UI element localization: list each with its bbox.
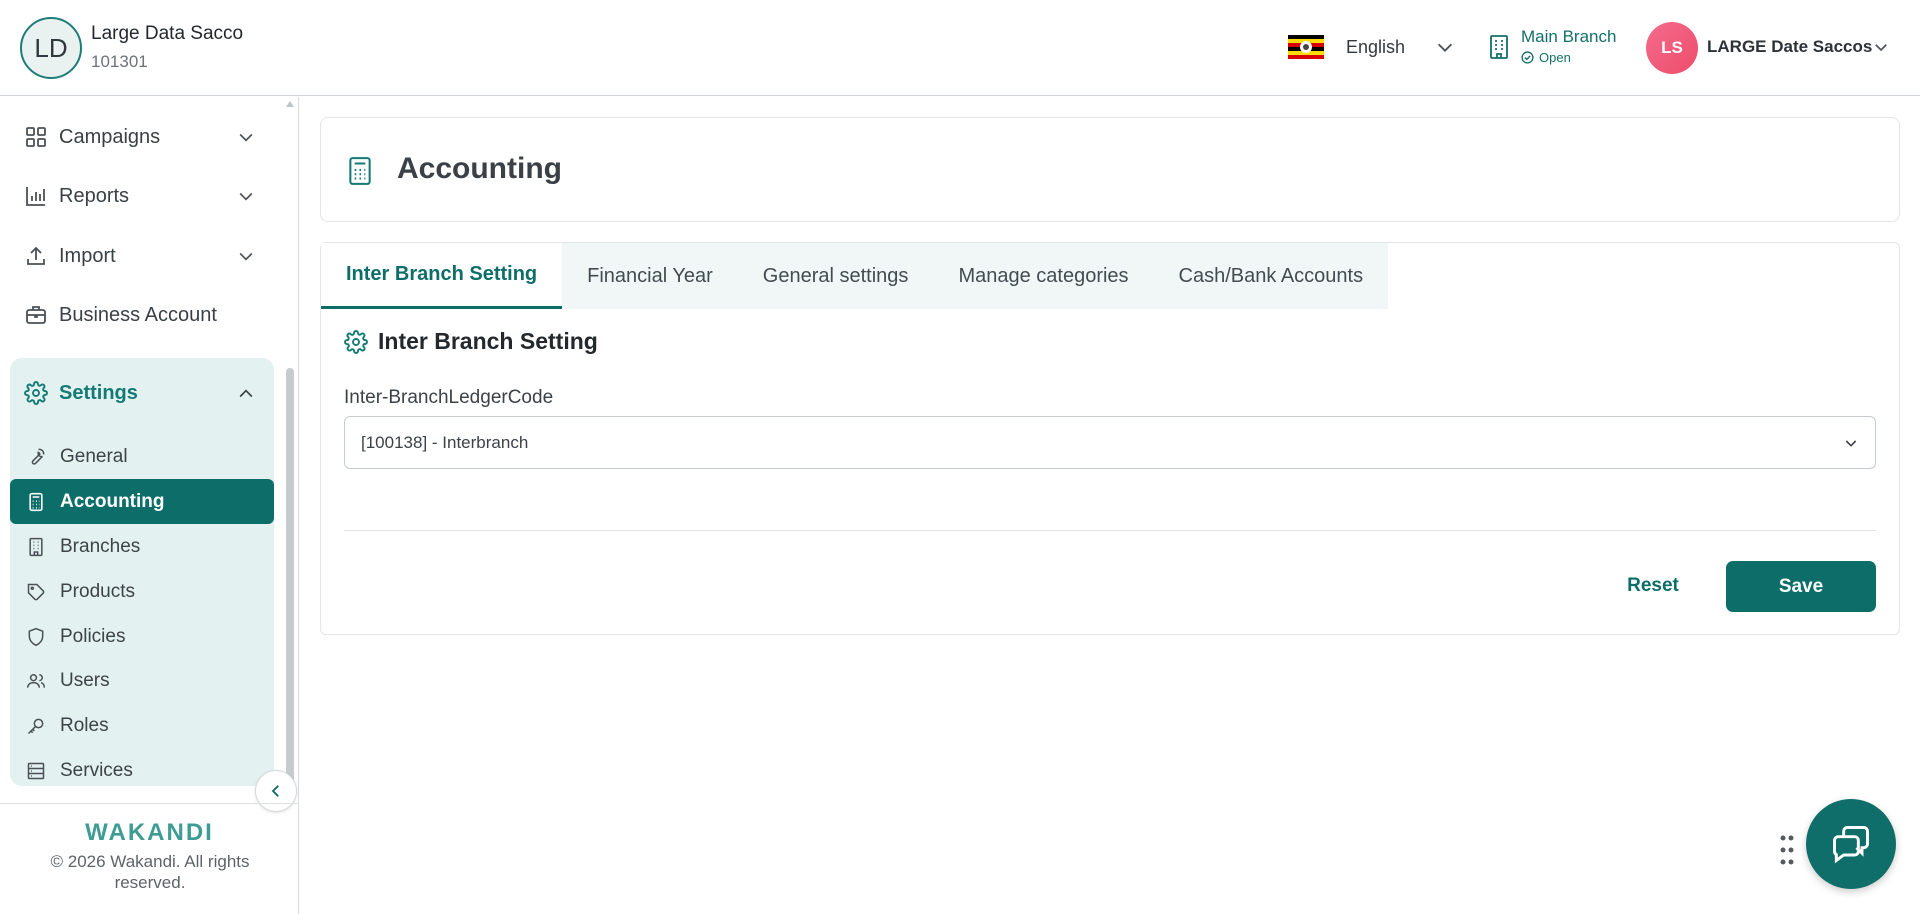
chevron-down-icon[interactable] [1872, 38, 1890, 56]
chevron-up-icon[interactable] [236, 384, 256, 404]
sidebar-item-label: Policies [60, 625, 126, 647]
sidebar-item-label: Reports [59, 184, 130, 207]
chevron-left-icon [267, 782, 285, 800]
calculator-icon [347, 156, 373, 186]
tab-general-settings[interactable]: General settings [737, 243, 934, 309]
drag-handle-icon[interactable] [1779, 834, 1795, 866]
sidebar-item-general[interactable]: General [10, 434, 274, 479]
copyright: © 2026 Wakandi. All rights reserved. [50, 852, 250, 892]
page-header-card: Accounting [320, 117, 1900, 222]
chevron-down-icon[interactable] [236, 246, 256, 266]
gear-icon [24, 381, 48, 405]
save-button[interactable]: Save [1726, 561, 1876, 612]
sidebar-item-label: Accounting [60, 490, 165, 512]
brand-logo: WAKANDI [85, 819, 214, 846]
page-title: Accounting [397, 152, 562, 185]
sidebar-item-accounting[interactable]: Accounting [10, 479, 274, 524]
user-name[interactable]: LARGE Date Saccos [1707, 37, 1872, 57]
language-select[interactable]: English [1346, 37, 1405, 58]
branch-name[interactable]: Main Branch [1521, 27, 1616, 47]
sidebar-item-label: Branches [60, 535, 141, 557]
sidebar-item-products[interactable]: Products [10, 569, 274, 614]
grid-icon [24, 125, 48, 149]
chat-button[interactable] [1806, 799, 1896, 889]
tag-icon [26, 582, 46, 602]
sidebar-item-settings[interactable]: Settings [24, 381, 138, 405]
sidebar-item-label: Campaigns [59, 125, 161, 148]
tab-inter-branch-setting[interactable]: Inter Branch Setting [321, 243, 563, 309]
sidebar-item-reports[interactable]: Reports [24, 184, 129, 208]
branch-status: Open [1521, 50, 1571, 65]
settings-card: Inter Branch Setting Financial Year Gene… [320, 242, 1900, 635]
tab-manage-categories[interactable]: Manage categories [933, 243, 1154, 309]
sidebar-item-roles[interactable]: Roles [10, 703, 274, 748]
building-icon [1488, 34, 1510, 60]
sidebar-item-import[interactable]: Import [24, 244, 116, 268]
sidebar-item-branches[interactable]: Branches [10, 524, 274, 569]
divider [0, 803, 299, 804]
sidebar-item-business-account[interactable]: Business Account [24, 303, 217, 327]
sidebar-item-label: Business Account [59, 303, 217, 326]
gear-icon [344, 329, 368, 354]
tab-bar: Inter Branch Setting Financial Year Gene… [321, 243, 1389, 309]
section-title-label: Inter Branch Setting [378, 328, 598, 354]
sidebar-item-label: Roles [60, 714, 109, 736]
sidebar-item-label: Services [60, 759, 133, 781]
sidebar: Campaigns Reports Import Business Accoun… [0, 97, 299, 914]
sidebar-item-label: Users [60, 669, 110, 691]
ledger-code-select[interactable]: [100138] - Interbranch [344, 416, 1876, 469]
collapse-sidebar-button[interactable] [255, 770, 297, 812]
sidebar-item-services[interactable]: Services [10, 748, 274, 793]
chevron-down-icon [1843, 435, 1859, 451]
ledger-code-label: Inter-BranchLedgerCode [344, 387, 554, 408]
briefcase-icon [24, 303, 48, 327]
chevron-down-icon[interactable] [236, 127, 256, 147]
reset-button[interactable]: Reset [1593, 561, 1713, 611]
user-avatar[interactable]: LS [1646, 22, 1698, 74]
sidebar-item-label: Products [60, 580, 135, 602]
uganda-flag-icon[interactable] [1288, 35, 1324, 59]
org-avatar[interactable]: LD [20, 17, 82, 79]
building-icon [26, 537, 46, 557]
settings-group: Settings General Accounting Branches Pro… [10, 358, 274, 786]
branch-status-label: Open [1539, 50, 1571, 65]
key-icon [26, 716, 46, 736]
divider [344, 530, 1876, 531]
org-code: 101301 [91, 52, 148, 71]
wrench-icon [26, 447, 46, 467]
check-circle-icon [1521, 51, 1534, 64]
chevron-down-icon[interactable] [1434, 36, 1456, 58]
settings-label: Settings [59, 381, 138, 404]
chevron-down-icon[interactable] [236, 186, 256, 206]
sidebar-item-campaigns[interactable]: Campaigns [24, 125, 160, 149]
tab-financial-year[interactable]: Financial Year [562, 243, 738, 309]
calculator-icon [26, 492, 46, 512]
server-icon [26, 761, 46, 781]
sidebar-item-policies[interactable]: Policies [10, 614, 274, 659]
tab-cash-bank-accounts[interactable]: Cash/Bank Accounts [1153, 243, 1389, 309]
upload-icon [24, 244, 48, 268]
org-name: Large Data Sacco [91, 23, 244, 44]
top-bar: LD Large Data Sacco 101301 English Main … [0, 0, 1920, 96]
sidebar-item-label: General [60, 445, 128, 467]
users-icon [26, 671, 46, 691]
sidebar-scrollbar[interactable] [286, 368, 294, 788]
sidebar-item-label: Import [59, 244, 116, 267]
bar-chart-icon [24, 184, 48, 208]
sidebar-item-users[interactable]: Users [10, 658, 274, 703]
shield-icon [26, 627, 46, 647]
section-title: Inter Branch Setting [344, 328, 598, 355]
ledger-code-value: [100138] - Interbranch [361, 432, 529, 452]
scroll-up-arrow[interactable] [286, 101, 294, 107]
chat-icon [1829, 822, 1873, 866]
